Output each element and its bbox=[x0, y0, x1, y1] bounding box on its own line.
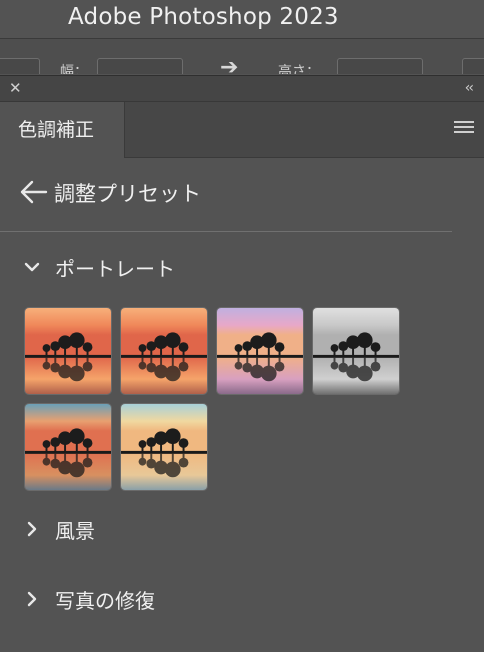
collapse-icon[interactable]: ‹‹ bbox=[465, 79, 474, 97]
back-arrow-icon[interactable] bbox=[18, 178, 48, 206]
app-title: Adobe Photoshop 2023 bbox=[68, 4, 339, 30]
panel-header: ✕ ‹‹ bbox=[0, 76, 484, 102]
chevron-down-icon bbox=[24, 262, 40, 272]
preset-thumbnail-preset-black-white[interactable] bbox=[312, 307, 400, 395]
divider bbox=[0, 231, 452, 232]
preset-thumbnail-preset-light-teal[interactable] bbox=[120, 403, 208, 491]
section-landscape[interactable]: 風景 bbox=[0, 512, 450, 548]
preset-thumbnail-preset-warm-1[interactable] bbox=[24, 307, 112, 395]
options-bar: 幅： ➔ 高さ： bbox=[0, 38, 484, 74]
page-title: 調整プリセット bbox=[54, 182, 201, 206]
panel-menu-icon[interactable] bbox=[454, 121, 474, 135]
window-titlebar: Adobe Photoshop 2023 bbox=[0, 0, 484, 38]
section-landscape-label: 風景 bbox=[55, 519, 95, 543]
tab-adjustments-label: 色調補正 bbox=[18, 119, 95, 141]
section-portrait-label: ポートレート bbox=[55, 257, 175, 281]
height-label: 高さ： bbox=[278, 64, 320, 74]
swap-arrow-icon[interactable]: ➔ bbox=[220, 55, 238, 74]
section-photo-restoration[interactable]: 写真の修復 bbox=[0, 582, 450, 618]
presets-header: 調整プリセット bbox=[0, 172, 450, 214]
width-label: 幅： bbox=[60, 64, 88, 74]
chevron-right-icon bbox=[27, 591, 37, 607]
section-portrait[interactable]: ポートレート bbox=[0, 250, 450, 286]
panel-tab-row: 色調補正 bbox=[0, 102, 484, 158]
section-photo-restoration-label: 写真の修復 bbox=[55, 589, 155, 613]
adjustments-panel: ✕ ‹‹ 色調補正 調整プリセット ポートレート 風景 写真の修復 bbox=[0, 75, 484, 652]
options-dropdown[interactable] bbox=[0, 58, 40, 74]
preset-thumbnail-preset-teal-orange[interactable] bbox=[24, 403, 112, 491]
tab-adjustments[interactable]: 色調補正 bbox=[0, 102, 125, 158]
height-field[interactable] bbox=[337, 58, 423, 74]
preset-thumbnail-preset-cool-pink[interactable] bbox=[216, 307, 304, 395]
chevron-right-icon bbox=[27, 521, 37, 537]
preset-thumbnail-preset-warm-2[interactable] bbox=[120, 307, 208, 395]
options-button[interactable] bbox=[462, 58, 484, 74]
width-field[interactable] bbox=[97, 58, 183, 74]
close-icon[interactable]: ✕ bbox=[9, 79, 22, 97]
